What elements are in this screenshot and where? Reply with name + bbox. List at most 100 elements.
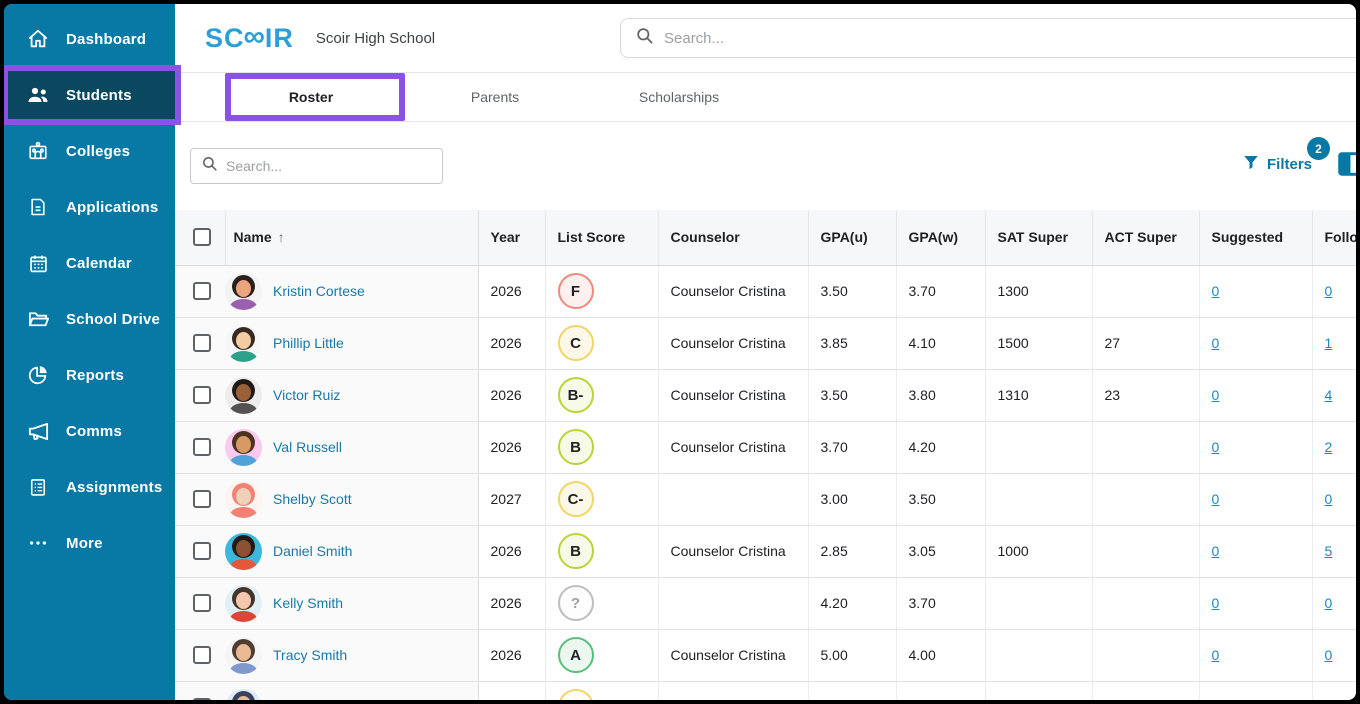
roster-toolbar: Filters 2: [175, 122, 1356, 210]
student-name-link[interactable]: Phillip Little: [273, 335, 344, 351]
following-link[interactable]: 0: [1325, 647, 1333, 663]
row-checkbox[interactable]: [193, 282, 211, 300]
filters-button[interactable]: Filters 2: [1242, 153, 1312, 175]
row-checkbox[interactable]: [193, 438, 211, 456]
students-icon: [26, 83, 50, 107]
sidebar-item-dashboard[interactable]: Dashboard: [4, 11, 175, 67]
suggested-link[interactable]: 0: [1212, 491, 1220, 507]
suggested-link[interactable]: 0: [1212, 543, 1220, 559]
gpa-u-cell: [808, 681, 896, 700]
following-link[interactable]: 5: [1325, 543, 1333, 559]
student-name-link[interactable]: Val Russell: [273, 439, 342, 455]
column-header-gpa-w[interactable]: GPA(w): [896, 210, 985, 265]
tab-scholarships[interactable]: Scholarships: [587, 73, 771, 121]
sidebar-item-comms[interactable]: Comms: [4, 403, 175, 459]
scoir-logo[interactable]: SC∞IR: [205, 21, 294, 55]
search-icon: [201, 155, 218, 177]
student-name-link[interactable]: Shelby Scott: [273, 491, 352, 507]
column-header-year[interactable]: Year: [478, 210, 545, 265]
sat-super-cell: 1300: [985, 265, 1092, 317]
row-checkbox[interactable]: [193, 334, 211, 352]
following-link[interactable]: 2: [1325, 439, 1333, 455]
logo-text: IR: [265, 23, 294, 54]
following-link[interactable]: 0: [1325, 491, 1333, 507]
gpa-w-cell: 4.10: [896, 317, 985, 369]
year-cell: 2026: [478, 265, 545, 317]
list-score-chip: [558, 689, 594, 700]
sidebar-item-label: Colleges: [66, 143, 130, 160]
column-header-following[interactable]: Following: [1312, 210, 1356, 265]
table-header-row: Name↑ Year List Score Counselor GPA(u) G…: [175, 210, 1356, 265]
student-name-link[interactable]: Kristin Cortese: [273, 283, 365, 299]
year-cell: 2026: [478, 369, 545, 421]
student-name-link[interactable]: Kelly Smith: [273, 595, 343, 611]
counselor-cell: Counselor Cristina: [658, 265, 808, 317]
following-link[interactable]: 4: [1325, 387, 1333, 403]
school-name: Scoir High School: [316, 30, 435, 47]
gpa-w-cell: 3.70: [896, 265, 985, 317]
following-link[interactable]: 1: [1325, 335, 1333, 351]
row-checkbox[interactable]: [193, 490, 211, 508]
column-header-sat-super[interactable]: SAT Super: [985, 210, 1092, 265]
sidebar-item-school-drive[interactable]: School Drive: [4, 291, 175, 347]
sidebar-item-applications[interactable]: Applications: [4, 179, 175, 235]
table-row: [175, 681, 1356, 700]
column-header-name[interactable]: Name↑: [225, 210, 478, 265]
select-all-checkbox[interactable]: [193, 228, 211, 246]
sidebar-item-students[interactable]: Students: [4, 67, 175, 123]
global-search-input[interactable]: [664, 30, 1251, 47]
sidebar-item-label: Reports: [66, 367, 124, 384]
suggested-link[interactable]: 0: [1212, 647, 1220, 663]
more-icon: [26, 531, 50, 555]
avatar: [225, 689, 262, 701]
gpa-u-cell: 3.50: [808, 369, 896, 421]
home-icon: [26, 27, 50, 51]
tab-parents[interactable]: Parents: [403, 73, 587, 121]
sidebar-item-calendar[interactable]: Calendar: [4, 235, 175, 291]
avatar-face: [236, 332, 251, 349]
sidebar-item-more[interactable]: More: [4, 515, 175, 571]
row-checkbox[interactable]: [193, 698, 211, 700]
row-checkbox[interactable]: [193, 542, 211, 560]
year-cell: 2026: [478, 421, 545, 473]
gpa-u-cell: 2.85: [808, 525, 896, 577]
tab-roster[interactable]: Roster: [219, 73, 403, 121]
suggested-link[interactable]: 0: [1212, 595, 1220, 611]
sidebar-item-assignments[interactable]: Assignments: [4, 459, 175, 515]
row-checkbox[interactable]: [193, 594, 211, 612]
suggested-link[interactable]: 0: [1212, 283, 1220, 299]
roster-search[interactable]: [190, 148, 443, 184]
row-checkbox[interactable]: [193, 646, 211, 664]
avatar: [225, 637, 262, 674]
sidebar-item-reports[interactable]: Reports: [4, 347, 175, 403]
following-link[interactable]: 0: [1325, 283, 1333, 299]
following-link[interactable]: 0: [1325, 595, 1333, 611]
table-row: Shelby Scott 2027 C- 3.00 3.50 0 0: [175, 473, 1356, 525]
act-super-cell: [1092, 681, 1199, 700]
column-header-act-super[interactable]: ACT Super: [1092, 210, 1199, 265]
avatar: [225, 325, 262, 362]
counselor-cell: [658, 577, 808, 629]
counselor-cell: [658, 681, 808, 700]
act-super-cell: [1092, 473, 1199, 525]
sort-asc-icon: ↑: [278, 229, 285, 245]
avatar: [225, 429, 262, 466]
roster-search-input[interactable]: [226, 158, 416, 174]
row-checkbox[interactable]: [193, 386, 211, 404]
column-header-suggested[interactable]: Suggested: [1199, 210, 1312, 265]
suggested-link[interactable]: 0: [1212, 335, 1220, 351]
column-header-counselor[interactable]: Counselor: [658, 210, 808, 265]
student-name-link[interactable]: Daniel Smith: [273, 543, 352, 559]
suggested-link[interactable]: 0: [1212, 439, 1220, 455]
global-search[interactable]: [620, 18, 1356, 58]
sidebar-item-colleges[interactable]: Colleges: [4, 123, 175, 179]
counselor-cell: Counselor Cristina: [658, 369, 808, 421]
student-name-link[interactable]: Tracy Smith: [273, 647, 347, 663]
column-header-list-score[interactable]: List Score: [545, 210, 658, 265]
suggested-link[interactable]: 0: [1212, 387, 1220, 403]
student-name-link[interactable]: Victor Ruiz: [273, 387, 340, 403]
columns-icon[interactable]: [1338, 152, 1356, 176]
year-cell: 2026: [478, 577, 545, 629]
gpa-u-cell: 3.50: [808, 265, 896, 317]
column-header-gpa-u[interactable]: GPA(u): [808, 210, 896, 265]
